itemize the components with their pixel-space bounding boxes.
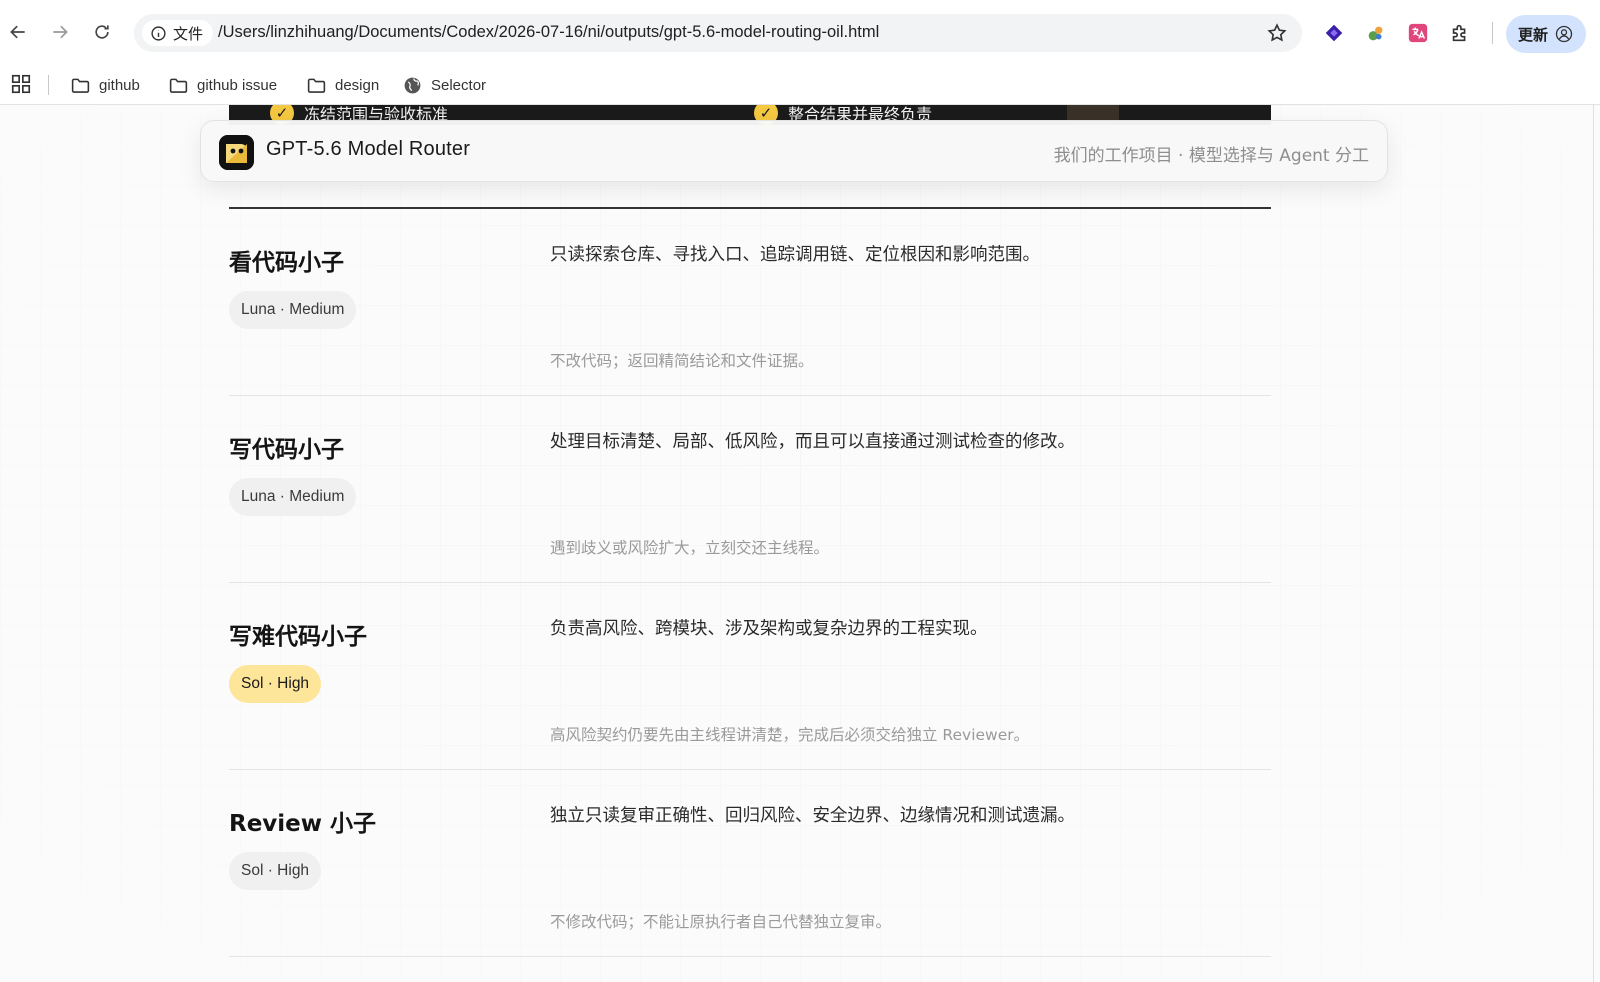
page-viewport: ✓ 冻结范围与验收标准 ✓ 整合结果并最终负责 GPT-5.6 Model Ro… [0,105,1600,982]
bookmark-selector[interactable]: Selector [402,72,486,98]
extensions-menu-button[interactable] [1448,21,1472,45]
arrow-right-icon [53,25,68,39]
logo-icon [219,135,254,170]
brand-title: GPT-5.6 Model Router [266,138,471,160]
agent-row: 写难代码小子 Sol · High 负责高风险、跨模块、涉及架构或复杂边界的工程… [229,583,1271,770]
agent-note: 遇到歧义或风险扩大，立刻交还主线程。 [550,539,830,557]
bookmarks-bar: github github issue design Selector [0,64,1600,105]
agent-row: 看代码小子 Luna · Medium 只读探索仓库、寻找入口、追踪调用链、定位… [229,209,1271,396]
toolbar-divider [1492,22,1493,44]
bookmark-label: design [335,76,380,94]
sticky-header: GPT-5.6 Model Router 我们的工作项目 · 模型选择与 Age… [200,120,1388,182]
agent-title: 看代码小子 [229,250,344,276]
site-info-label: 文件 [173,24,204,43]
site-info-button[interactable]: 文件 [142,20,214,46]
agent-note: 高风险契约仍要先由主线程讲清楚，完成后必须交给独立 Reviewer。 [550,726,1030,744]
back-button[interactable] [4,18,32,46]
agent-row: 写代码小子 Luna · Medium 处理目标清楚、局部、低风险，而且可以直接… [229,396,1271,583]
forward-button[interactable] [46,18,74,46]
update-button[interactable]: 更新 [1506,15,1586,53]
agent-description: 处理目标清楚、局部、低风险，而且可以直接通过测试检查的修改。 [550,432,1075,452]
extension-diamond-button[interactable] [1322,21,1346,45]
bookmark-github[interactable]: github [70,72,140,98]
agent-description: 负责高风险、跨模块、涉及架构或复杂边界的工程实现。 [550,619,988,639]
agent-title: 写代码小子 [229,437,344,463]
model-badge: Sol · High [229,852,322,890]
header-subtitle: 我们的工作项目 · 模型选择与 Agent 分工 [1053,146,1369,166]
puzzle-icon [1452,24,1466,42]
agent-title: 写难代码小子 [229,624,367,650]
router-logo[interactable] [219,135,254,170]
model-badge-highlighted: Sol · High [229,665,322,703]
agent-title: Review 小子 [229,811,377,837]
extension-puzzle-green-button[interactable] [1364,21,1388,45]
folder-icon [71,78,90,93]
address-bar[interactable]: 文件 /Users/linzhihuang/Documents/Codex/20… [134,14,1302,52]
bookmark-label: github issue [197,76,278,94]
model-badge: Luna · Medium [229,478,357,516]
bookmark-design[interactable]: design [306,72,379,98]
agent-note: 不改代码；返回精简结论和文件证据。 [550,352,814,370]
info-icon [151,25,166,41]
agent-description: 只读探索仓库、寻找入口、追踪调用链、定位根因和影响范围。 [550,245,1040,265]
bookmark-label: Selector [431,76,487,94]
bookmarks-divider [48,75,49,95]
model-badge: Luna · Medium [229,291,357,329]
leaf-extension-icon [1368,26,1383,41]
folder-icon [169,78,188,93]
scrollbar-track[interactable] [1593,105,1594,982]
agent-row: Review 小子 Sol · High 独立只读复审正确性、回归风险、安全边界… [229,770,1271,957]
reload-button[interactable] [88,18,116,46]
arrow-left-icon [10,25,25,39]
url-text[interactable]: /Users/linzhihuang/Documents/Codex/2026-… [218,23,879,42]
bookmark-star-icon[interactable] [1266,22,1288,44]
reload-icon [95,25,109,39]
profile-icon [1555,25,1573,43]
bookmark-github-issue[interactable]: github issue [168,72,277,98]
diamond-extension-icon [1325,24,1343,42]
update-label: 更新 [1517,25,1548,44]
extension-translate-button[interactable] [1406,21,1430,45]
translate-extension-icon [1408,23,1428,43]
apps-grid-icon[interactable] [10,73,32,95]
agent-note: 不修改代码；不能让原执行者自己代替独立复审。 [550,913,892,931]
globe-icon [404,77,421,93]
agent-description: 独立只读复审正确性、回归风险、安全边界、边缘情况和测试遗漏。 [550,806,1075,826]
browser-toolbar: 文件 /Users/linzhihuang/Documents/Codex/20… [0,0,1600,64]
folder-icon [307,78,326,93]
bookmark-label: github [99,76,140,94]
